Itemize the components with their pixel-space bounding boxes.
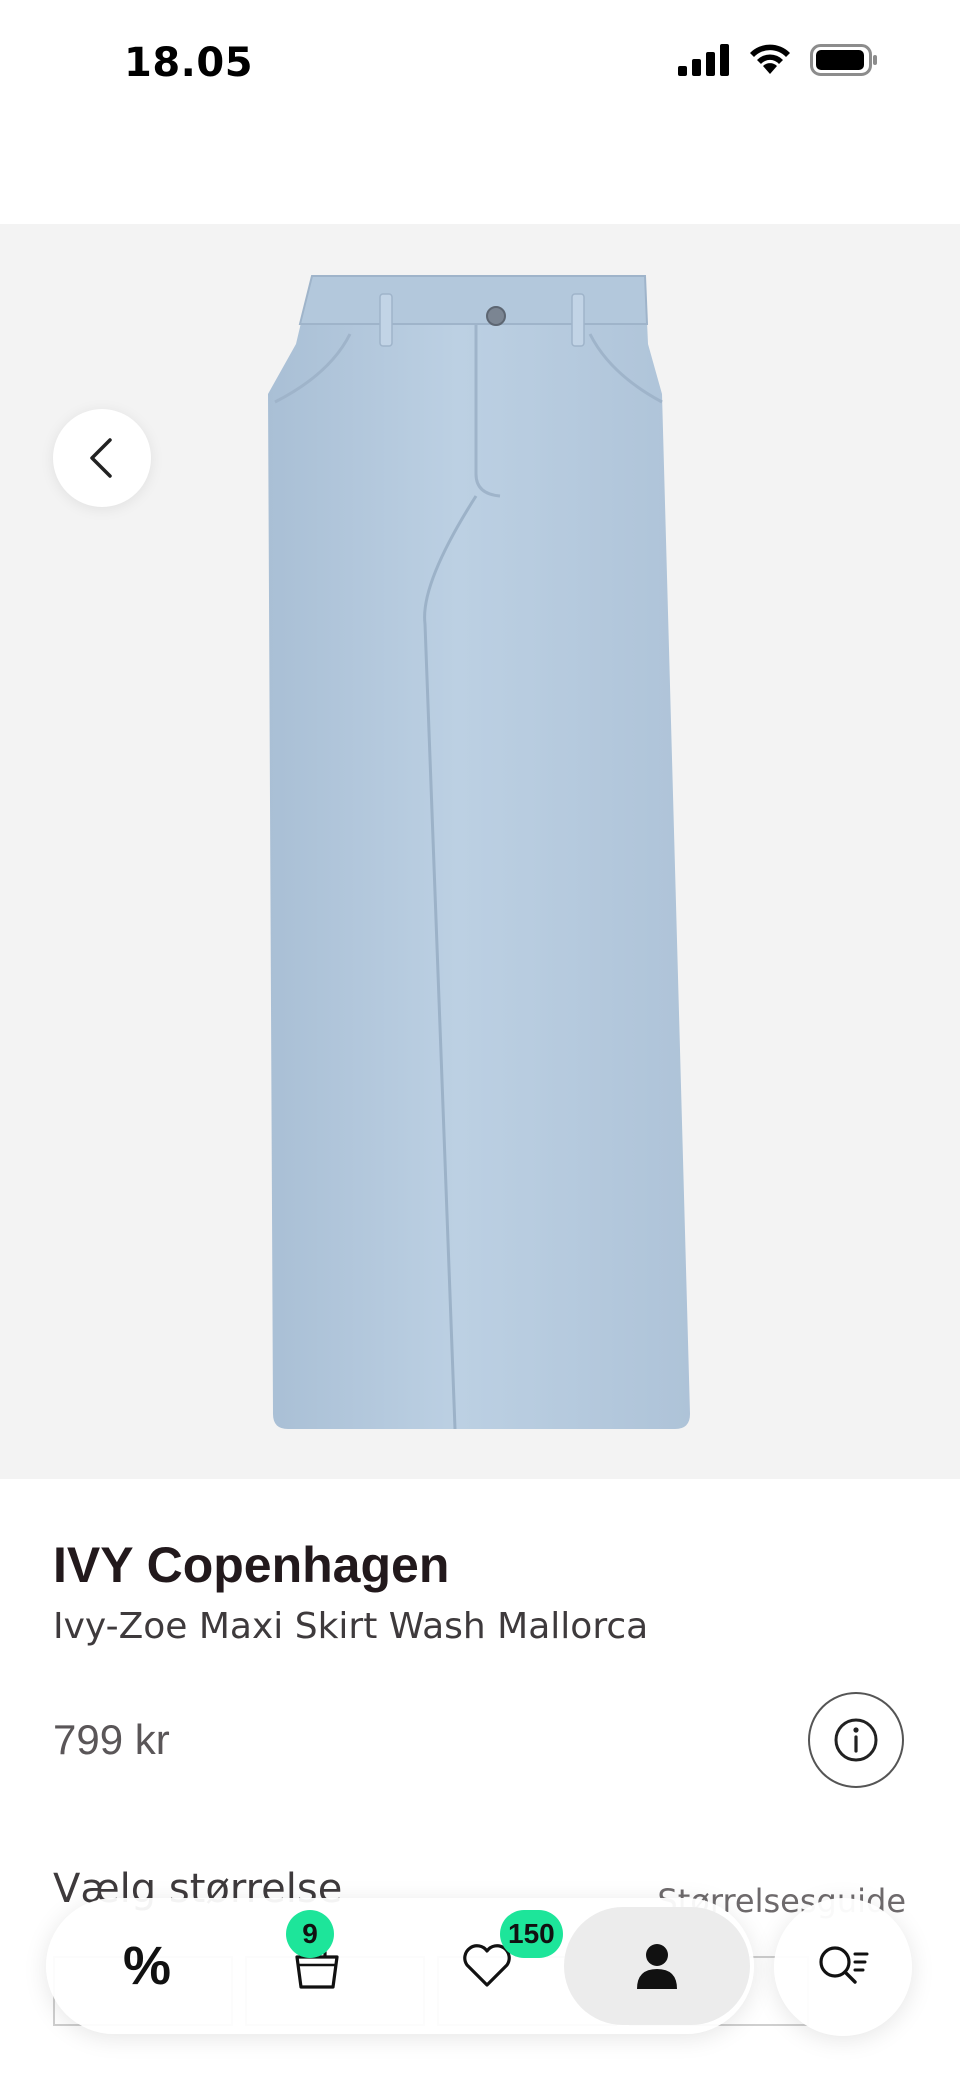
bag-count-badge: 9 bbox=[286, 1910, 334, 1958]
status-icons bbox=[678, 44, 878, 76]
status-bar: 18.05 bbox=[0, 0, 960, 130]
product-image-carousel[interactable] bbox=[0, 224, 960, 1479]
product-image bbox=[268, 275, 690, 1430]
brand-name[interactable]: IVY Copenhagen bbox=[53, 1536, 449, 1594]
user-icon bbox=[637, 1944, 677, 1989]
cellular-signal-icon bbox=[678, 44, 729, 76]
wifi-icon bbox=[750, 44, 790, 74]
battery-icon bbox=[810, 44, 877, 76]
search-icon bbox=[819, 1946, 869, 1984]
product-name: Ivy-Zoe Maxi Skirt Wash Mallorca bbox=[53, 1606, 649, 1647]
status-time: 18.05 bbox=[124, 40, 254, 86]
favorites-count-badge: 150 bbox=[500, 1910, 563, 1958]
info-icon bbox=[834, 1718, 878, 1762]
back-button[interactable] bbox=[53, 409, 151, 507]
bottom-nav: % bbox=[46, 1898, 754, 2034]
nav-account[interactable] bbox=[564, 1907, 750, 2025]
nav-sale[interactable]: % bbox=[72, 1898, 222, 2034]
chevron-left-icon bbox=[90, 438, 112, 478]
info-button[interactable] bbox=[808, 1692, 904, 1788]
search-button[interactable] bbox=[774, 1898, 912, 2036]
product-price: 799 kr bbox=[53, 1716, 170, 1763]
